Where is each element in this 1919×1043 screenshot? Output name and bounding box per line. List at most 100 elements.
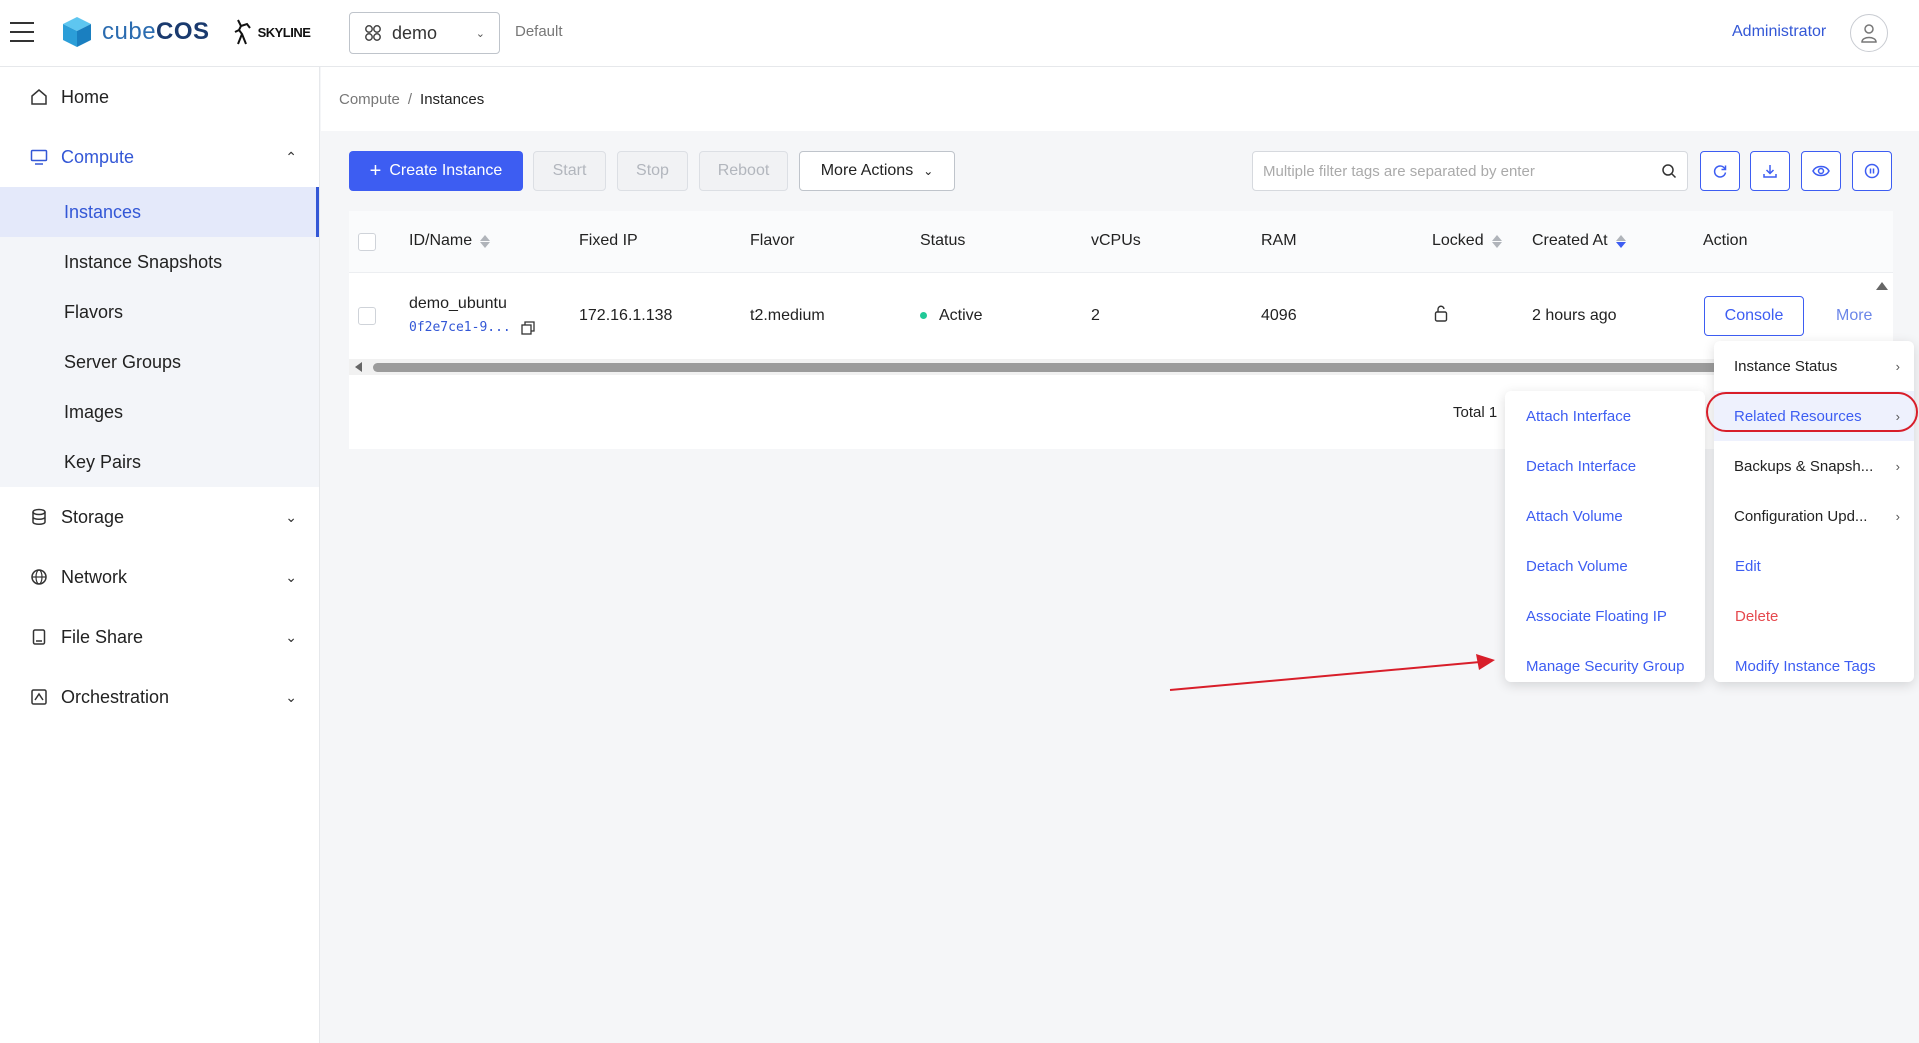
sidebar-item-flavors[interactable]: Flavors (0, 287, 319, 337)
menu-modify-instance-tags[interactable]: Modify Instance Tags (1714, 641, 1914, 691)
user-name-link[interactable]: Administrator (1732, 23, 1826, 41)
compute-submenu: Instances Instance Snapshots Flavors Ser… (0, 187, 319, 487)
row-checkbox[interactable] (358, 307, 376, 325)
more-link[interactable]: More (1836, 307, 1872, 325)
unlock-icon (1434, 305, 1448, 322)
sidebar-item-label: File Share (61, 626, 144, 647)
menu-delete[interactable]: Delete (1714, 591, 1914, 641)
database-icon (29, 507, 49, 527)
sidebar: Home Compute ⌃ Instances Instance Snapsh… (0, 67, 320, 1043)
search-icon[interactable] (1661, 163, 1677, 179)
monitor-icon (29, 147, 49, 167)
cube-logo-icon (63, 17, 91, 47)
chevron-down-icon: ⌄ (285, 628, 297, 645)
column-header-ram: RAM (1261, 232, 1297, 249)
instance-id-link[interactable]: 0f2e7ce1-9... (409, 320, 511, 335)
chevron-down-icon: ⌄ (285, 568, 297, 585)
menu-attach-interface[interactable]: Attach Interface (1505, 391, 1705, 441)
menu-detach-interface[interactable]: Detach Interface (1505, 441, 1705, 491)
sidebar-item-network[interactable]: Network ⌄ (0, 547, 319, 607)
reboot-button[interactable]: Reboot (699, 151, 788, 191)
menu-instance-status[interactable]: Instance Status › (1714, 341, 1914, 391)
sidebar-item-instance-snapshots[interactable]: Instance Snapshots (0, 237, 319, 287)
scroll-up-arrow[interactable] (1876, 282, 1888, 290)
breadcrumb-compute[interactable]: Compute (339, 91, 400, 108)
sidebar-item-home[interactable]: Home (0, 67, 319, 127)
toolbar: + Create Instance Start Stop Reboot More… (349, 151, 1893, 193)
sidebar-item-orchestration[interactable]: Orchestration ⌄ (0, 667, 319, 727)
sidebar-item-label: Compute (61, 146, 135, 167)
column-header-fixed-ip: Fixed IP (579, 232, 638, 249)
column-header-flavor: Flavor (750, 232, 795, 249)
select-all-checkbox[interactable] (358, 233, 376, 251)
sort-icon (480, 234, 491, 248)
sidebar-item-file-share[interactable]: File Share ⌄ (0, 607, 319, 667)
column-header-locked[interactable]: Locked (1432, 232, 1502, 250)
stop-button[interactable]: Stop (617, 151, 688, 191)
user-icon (1861, 24, 1877, 43)
horizontal-scrollbar[interactable] (349, 359, 1893, 375)
logo-text: cubeCOS (102, 18, 210, 45)
fixed-ip: 172.16.1.138 (579, 307, 673, 324)
chevron-down-icon: ⌄ (475, 27, 485, 40)
related-resources-submenu: Attach Interface Detach Interface Attach… (1505, 391, 1705, 682)
user-avatar[interactable] (1850, 14, 1888, 52)
instance-name[interactable]: demo_ubuntu (409, 295, 507, 313)
search-box (1252, 151, 1688, 191)
sidebar-item-server-groups[interactable]: Server Groups (0, 337, 319, 387)
menu-manage-security-group[interactable]: Manage Security Group (1505, 641, 1705, 691)
logo: cubeCOS SKYLINE (62, 16, 311, 48)
pause-refresh-button[interactable] (1852, 151, 1892, 191)
column-header-id-name[interactable]: ID/Name (409, 232, 491, 250)
chevron-right-icon: › (1895, 458, 1900, 474)
skyline-mascot-icon (234, 19, 251, 45)
chevron-down-icon: ⌄ (285, 688, 297, 705)
scroll-left-arrow[interactable] (355, 362, 362, 372)
top-bar: cubeCOS SKYLINE demo ⌄ Default Administr… (0, 0, 1919, 67)
column-header-created-at[interactable]: Created At (1532, 232, 1626, 250)
more-actions-button[interactable]: More Actions ⌄ (799, 151, 955, 191)
plus-icon: + (369, 159, 382, 182)
pause-circle-icon (1864, 163, 1880, 179)
project-select[interactable]: demo ⌄ (349, 12, 500, 54)
start-button[interactable]: Start (533, 151, 606, 191)
sort-icon (1491, 234, 1502, 248)
menu-detach-volume[interactable]: Detach Volume (1505, 541, 1705, 591)
table-header: ID/Name Fixed IP Flavor Status vCPUs RAM… (349, 211, 1893, 273)
sidebar-item-storage[interactable]: Storage ⌄ (0, 487, 319, 547)
more-dropdown-menu: Instance Status › Related Resources › Back… (1714, 341, 1914, 682)
console-button[interactable]: Console (1704, 296, 1804, 336)
chevron-right-icon: › (1895, 508, 1900, 524)
status-dot (920, 312, 927, 320)
column-header-action: Action (1703, 232, 1748, 249)
menu-associate-floating-ip[interactable]: Associate Floating IP (1505, 591, 1705, 641)
column-header-status: Status (920, 232, 966, 249)
globe-icon (29, 567, 49, 587)
chevron-down-icon: ⌄ (923, 164, 934, 178)
menu-attach-volume[interactable]: Attach Volume (1505, 491, 1705, 541)
refresh-button[interactable] (1700, 151, 1740, 191)
download-button[interactable] (1750, 151, 1790, 191)
menu-toggle-icon[interactable] (10, 22, 34, 42)
view-columns-button[interactable] (1801, 151, 1841, 191)
column-header-vcpus: vCPUs (1091, 232, 1141, 249)
menu-related-resources[interactable]: Related Resources › (1714, 391, 1914, 441)
breadcrumb: Compute / Instances (321, 67, 1919, 131)
chevron-right-icon: › (1895, 358, 1900, 374)
skyline-logo: SKYLINE (232, 18, 311, 46)
menu-edit[interactable]: Edit (1714, 541, 1914, 591)
menu-backups-snapshots[interactable]: Backups & Snapsh... › (1714, 441, 1914, 491)
sidebar-item-label: Storage (61, 506, 125, 527)
project-name: demo (392, 22, 438, 43)
pagination-total: Total 1 (1453, 404, 1498, 421)
sidebar-item-compute[interactable]: Compute ⌃ (0, 127, 319, 187)
search-input[interactable] (1263, 162, 1661, 180)
menu-configuration-update[interactable]: Configuration Upd... › (1714, 491, 1914, 541)
scrollbar-thumb[interactable] (373, 363, 1863, 372)
sidebar-item-instances[interactable]: Instances (0, 187, 319, 237)
sidebar-item-label: Orchestration (61, 686, 170, 707)
create-instance-button[interactable]: + Create Instance (349, 151, 523, 191)
sidebar-item-images[interactable]: Images (0, 387, 319, 437)
sidebar-item-key-pairs[interactable]: Key Pairs (0, 437, 319, 487)
copy-icon[interactable] (521, 321, 535, 335)
